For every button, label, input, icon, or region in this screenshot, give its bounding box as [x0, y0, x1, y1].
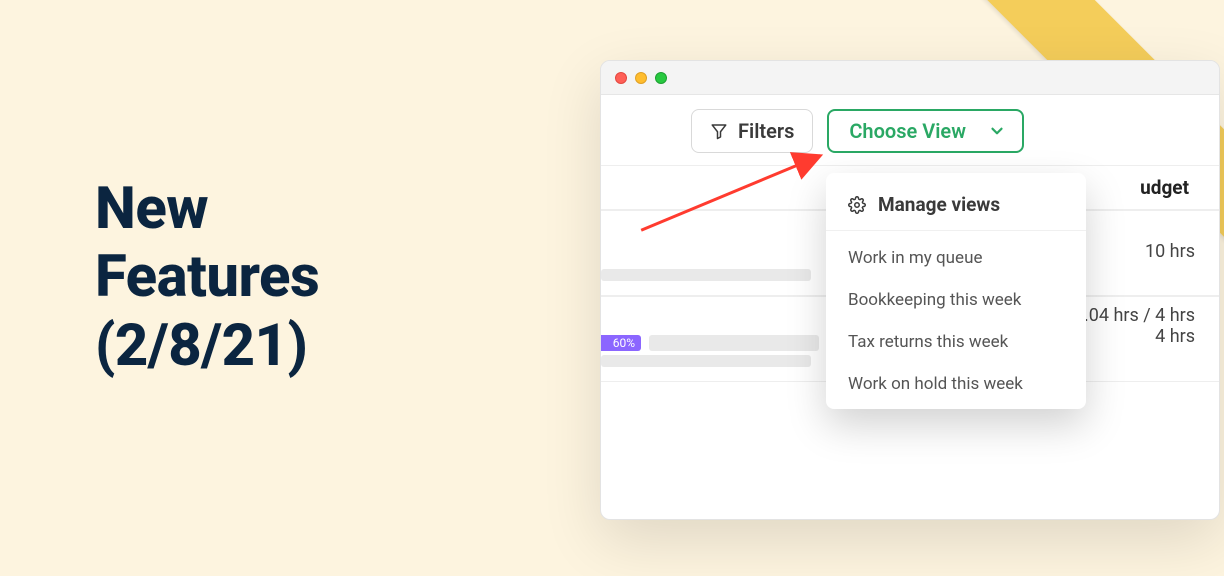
headline-line-2: Features [95, 243, 319, 311]
window-titlebar [601, 61, 1219, 95]
page-headline: New Features (2/8/21) [95, 175, 319, 380]
filters-label: Filters [738, 119, 794, 143]
manage-views-label: Manage views [878, 193, 1000, 216]
chevron-down-icon [988, 122, 1006, 140]
view-option[interactable]: Work on hold this week [826, 363, 1086, 405]
choose-view-label: Choose View [849, 119, 966, 143]
headline-line-3: (2/8/21) [95, 312, 319, 380]
choose-view-button[interactable]: Choose View [827, 109, 1024, 153]
view-option[interactable]: Tax returns this week [826, 321, 1086, 363]
gear-icon [848, 196, 866, 214]
close-icon[interactable] [615, 72, 627, 84]
view-option[interactable]: Bookkeeping this week [826, 279, 1086, 321]
minimize-icon[interactable] [635, 72, 647, 84]
budget-value: 0.04 hrs / 4 hrs [1074, 305, 1195, 326]
filters-button[interactable]: Filters [691, 109, 813, 153]
filter-icon [710, 122, 728, 140]
progress-bar-bg [649, 335, 819, 351]
maximize-icon[interactable] [655, 72, 667, 84]
app-window: Filters Choose View udget 10 hrs 4 hrs 0… [600, 60, 1220, 520]
budget-value: 10 hrs [1145, 241, 1195, 262]
progress-bar-bg [601, 269, 811, 281]
column-header-budget: udget [1140, 176, 1189, 199]
headline-line-1: New [95, 175, 319, 243]
views-dropdown: Manage views Work in my queue Bookkeepin… [826, 173, 1086, 409]
view-option[interactable]: Work in my queue [826, 237, 1086, 279]
progress-bar-fill: 60% [601, 335, 641, 351]
toolbar: Filters Choose View [601, 95, 1219, 166]
manage-views-item[interactable]: Manage views [826, 183, 1086, 231]
